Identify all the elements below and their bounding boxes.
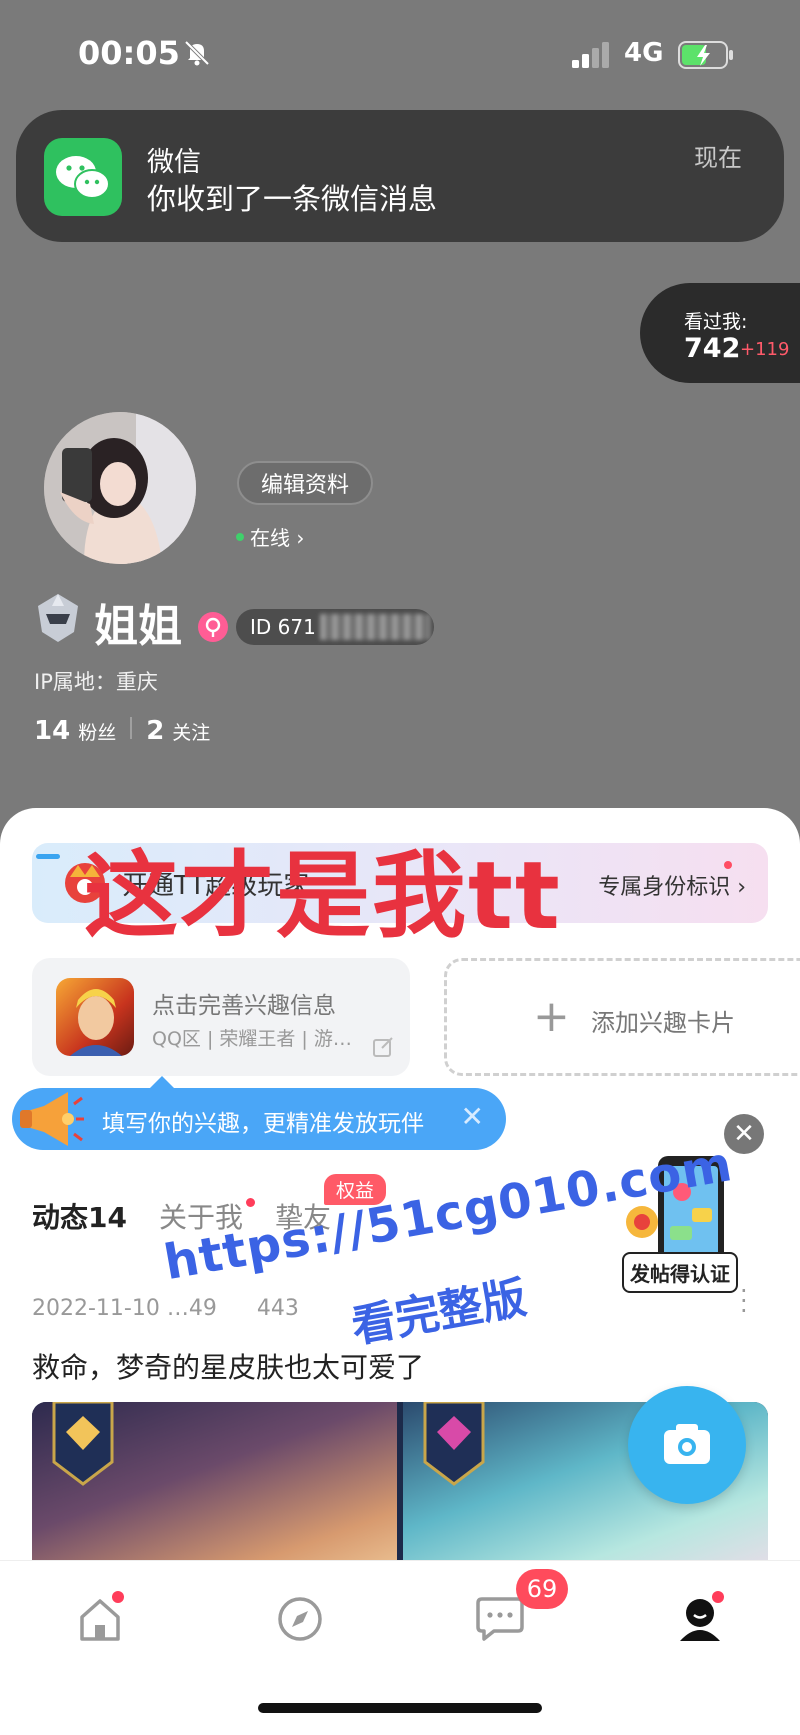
nav-profile[interactable]: [670, 1589, 730, 1649]
post-views: 443: [256, 1296, 299, 1321]
online-label: 在线 ›: [250, 526, 305, 550]
tab-posts[interactable]: 动态14: [32, 1196, 127, 1236]
visitors-label: 看过我:: [684, 311, 748, 333]
signal-icon: [572, 42, 609, 68]
following-label[interactable]: 关注: [172, 718, 210, 745]
avatar[interactable]: [44, 412, 196, 564]
visitors-count: 742: [684, 333, 741, 364]
add-interest-label: 添加兴趣卡片: [591, 1009, 735, 1037]
user-id-redacted: [319, 614, 430, 640]
close-promo-button[interactable]: ✕: [724, 1114, 764, 1154]
tooltip-close-icon[interactable]: ✕: [461, 1100, 484, 1133]
interest-card[interactable]: 点击完善兴趣信息 QQ区 | 荣耀王者 | 游…: [32, 958, 410, 1076]
user-id-text: ID 671: [250, 615, 316, 639]
tab-about-me-dot: [245, 1198, 255, 1207]
mute-icon: [184, 40, 210, 66]
interest-tooltip: 填写你的兴趣，更精准发放玩伴 ✕: [12, 1076, 506, 1150]
visitors-delta: +119: [740, 339, 790, 360]
status-bar: 00:05 4G: [0, 0, 800, 110]
overlay-headline: 这才是我tt: [84, 842, 562, 951]
camera-icon: [664, 1424, 710, 1464]
network-type: 4G: [624, 38, 664, 68]
promo-label[interactable]: 发帖得认证: [622, 1252, 738, 1293]
wechat-icon: [44, 138, 122, 216]
edit-profile-button[interactable]: 编辑资料: [237, 461, 373, 505]
tooltip-text: 填写你的兴趣，更精准发放玩伴: [102, 1111, 424, 1137]
add-interest-card-button[interactable]: + 添加兴趣卡片: [444, 958, 800, 1076]
discover-icon: [278, 1597, 322, 1641]
rank-frame-icon: [52, 1402, 114, 1486]
overlay-subtext: 看完整版: [347, 1272, 531, 1354]
rank-icon: [38, 594, 78, 642]
megaphone-icon: [20, 1092, 84, 1146]
fans-label[interactable]: 粉丝: [78, 718, 116, 745]
visitors-pill[interactable]: 看过我: 742 +119: [640, 283, 800, 383]
follow-stats: 14 粉丝 2 关注: [34, 716, 210, 746]
banner-dot: [724, 861, 732, 869]
interest-title: 点击完善兴趣信息: [152, 993, 336, 1019]
nav-profile-dot: [712, 1591, 724, 1603]
nav-home-dot: [112, 1591, 124, 1603]
interest-subtitle: QQ区 | 荣耀王者 | 游…: [152, 1028, 352, 1050]
following-count[interactable]: 2: [146, 716, 164, 746]
battery-icon: [678, 41, 733, 69]
gender-icon: [198, 612, 228, 642]
home-indicator[interactable]: [258, 1703, 542, 1713]
wechat-notification[interactable]: 微信 你收到了一条微信消息 现在: [16, 110, 784, 242]
nav-home[interactable]: [70, 1589, 130, 1649]
nickname: 姐姐: [94, 601, 182, 652]
game-icon: [56, 978, 134, 1056]
post-meta: 2022-11-10 …49 443: [32, 1296, 299, 1321]
camera-button[interactable]: [628, 1386, 746, 1504]
message-badge: 69: [516, 1569, 568, 1609]
more-options-icon[interactable]: · · ·: [740, 1279, 748, 1323]
nav-discover[interactable]: [270, 1589, 330, 1649]
online-status[interactable]: 在线 ›: [236, 522, 304, 551]
tooltip-arrow: [150, 1076, 174, 1088]
bottom-nav: 69: [0, 1560, 800, 1735]
user-id-badge[interactable]: ID 671: [236, 609, 434, 645]
notification-time: 现在: [694, 144, 742, 172]
ip-location: IP属地：重庆: [34, 670, 158, 694]
post-date: 2022-11-10 …49: [32, 1296, 217, 1321]
identity-badge-link[interactable]: 专属身份标识 ›: [598, 869, 746, 901]
active-tab-indicator: [36, 854, 60, 859]
notification-message: 你收到了一条微信消息: [147, 182, 438, 216]
status-time: 00:05: [78, 34, 180, 72]
rank-frame-icon: [423, 1402, 485, 1486]
notification-app-name: 微信: [147, 147, 201, 178]
online-dot: [236, 532, 244, 541]
stats-divider: [130, 717, 133, 739]
plus-icon: +: [533, 991, 570, 1042]
fans-count[interactable]: 14: [34, 716, 70, 746]
edit-icon[interactable]: [372, 1036, 394, 1058]
